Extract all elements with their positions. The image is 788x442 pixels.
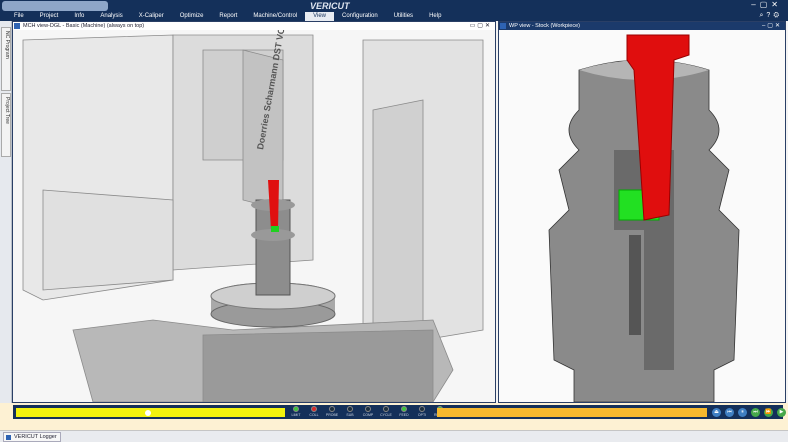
status-indicators: LIMITCOLLPROBESUBCOMPCYCLEFEEDOPTIREADY [288, 406, 448, 417]
play-to-button[interactable]: ⏩ [764, 408, 773, 417]
machine-3d-scene: Doerries Scharmann DST VCE 2000 [13, 30, 495, 402]
menu-configuration[interactable]: Configuration [334, 12, 386, 21]
indicator-light-icon [383, 406, 389, 412]
indicator-light-icon [365, 406, 371, 412]
play-button[interactable]: ▶ [777, 408, 786, 417]
indicator-cycle: CYCLE [378, 406, 394, 417]
indicator-light-icon [401, 406, 407, 412]
title-bar: VERICUT –▢✕ [0, 0, 788, 12]
indicator-label: PROBE [325, 413, 339, 417]
viewport-title: WP view - Stock (Workpiece) [509, 23, 581, 29]
indicator-opti: OPTI [414, 406, 430, 417]
indicator-light-icon [329, 406, 335, 412]
indicator-comp: COMP [360, 406, 376, 417]
indicator-label: SUB [346, 413, 354, 417]
app-title: VERICUT [310, 1, 350, 11]
step-back-button[interactable]: ⏮ [725, 408, 734, 417]
pause-button[interactable]: ⏸ [738, 408, 747, 417]
view-icon [14, 23, 20, 29]
animation-speed-slider[interactable] [437, 408, 707, 417]
indicator-probe: PROBE [324, 406, 340, 417]
menu-file[interactable]: File [6, 12, 32, 21]
menu-optimize[interactable]: Optimize [172, 12, 212, 21]
menu-machinecontrol[interactable]: Machine/Control [245, 12, 305, 21]
indicator-label: COLL [309, 413, 319, 417]
quick-access-toolbar[interactable] [2, 1, 108, 11]
indicator-label: LIMIT [291, 413, 301, 417]
indicator-light-icon [347, 406, 353, 412]
indicator-limit: LIMIT [288, 406, 304, 417]
help-icons[interactable]: ⌕?⚙ [760, 12, 782, 20]
indicator-label: CYCLE [380, 413, 392, 417]
sidebar: NC Program Project Tree [0, 21, 12, 403]
machine-viewport[interactable]: MCH view-DGL - Basic (Machine) (always o… [12, 21, 496, 403]
indicator-label: OPTI [417, 413, 427, 417]
menu-project[interactable]: Project [32, 12, 67, 21]
playback-controls: ⏏ ⏮ ⏸ ⏭ ⏩ ▶ [712, 408, 786, 417]
menu-xcaliper[interactable]: X-Caliper [131, 12, 172, 21]
view-icon [500, 23, 506, 29]
logger-task[interactable]: VERICUT Logger [3, 432, 61, 442]
indicator-light-icon [311, 406, 317, 412]
menu-report[interactable]: Report [211, 12, 245, 21]
indicator-label: COMP [362, 413, 374, 417]
indicator-sub: SUB [342, 406, 358, 417]
indicator-feed: FEED [396, 406, 412, 417]
taskbar: VERICUT Logger [0, 430, 788, 442]
menu-utilities[interactable]: Utilities [386, 12, 421, 21]
viewport-controls[interactable]: –▢✕ [762, 22, 782, 30]
menu-info[interactable]: Info [66, 12, 92, 21]
viewport-controls[interactable]: ▭▢✕ [470, 22, 492, 30]
tab-nc-program[interactable]: NC Program [1, 27, 11, 91]
progress-slider-handle[interactable] [144, 410, 151, 416]
step-button[interactable]: ⏭ [751, 408, 760, 417]
window-controls[interactable]: –▢✕ [751, 0, 782, 9]
menu-bar: File Project Info Analysis X-Caliper Optimize… [0, 12, 788, 21]
indicator-label: FEED [399, 413, 409, 417]
viewport-title: MCH view-DGL - Basic (Machine) (always o… [23, 23, 145, 29]
menu-view[interactable]: View [305, 12, 335, 21]
workpiece-3d-scene [499, 30, 785, 402]
menu-analysis[interactable]: Analysis [92, 12, 130, 21]
indicator-light-icon [419, 406, 425, 412]
indicator-coll: COLL [306, 406, 322, 417]
reset-button[interactable]: ⏏ [712, 408, 721, 417]
workpiece-viewport[interactable]: WP view - Stock (Workpiece) –▢✕ [498, 21, 786, 403]
menu-help[interactable]: Help [421, 12, 449, 21]
tab-project-tree[interactable]: Project Tree [1, 93, 11, 157]
indicator-light-icon [293, 406, 299, 412]
